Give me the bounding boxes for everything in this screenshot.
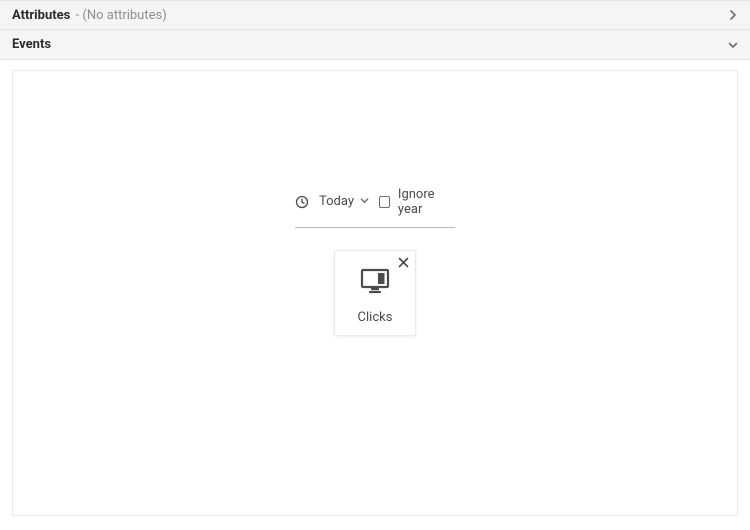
close-icon xyxy=(398,257,409,268)
chevron-down-icon xyxy=(728,40,738,50)
chevron-down-icon xyxy=(360,194,369,209)
events-section-header[interactable]: Events xyxy=(0,30,750,60)
chevron-right-icon xyxy=(728,10,738,20)
date-range-label: Today xyxy=(319,194,354,209)
events-canvas-center: Today Ignore year xyxy=(295,187,455,336)
page: Attributes - (No attributes) Events xyxy=(0,0,750,530)
event-card-label: Clicks xyxy=(358,310,393,325)
monitor-icon xyxy=(360,268,390,298)
attributes-title-wrap: Attributes - (No attributes) xyxy=(12,8,167,23)
event-card-clicks[interactable]: Clicks xyxy=(334,250,416,336)
ignore-year-checkbox[interactable]: Ignore year xyxy=(379,187,455,217)
clock-icon xyxy=(295,195,309,209)
events-title-wrap: Events xyxy=(12,37,51,52)
remove-event-button[interactable] xyxy=(398,257,409,272)
checkbox-icon xyxy=(379,196,390,208)
ignore-year-label: Ignore year xyxy=(398,187,455,217)
date-controls-row: Today Ignore year xyxy=(295,187,455,228)
events-title: Events xyxy=(12,37,51,52)
events-body: Today Ignore year xyxy=(0,60,750,530)
date-range-dropdown[interactable]: Today xyxy=(319,194,369,209)
attributes-title: Attributes xyxy=(12,8,70,23)
attributes-subtitle: - (No attributes) xyxy=(76,8,167,23)
events-canvas: Today Ignore year xyxy=(12,70,738,516)
attributes-section-header[interactable]: Attributes - (No attributes) xyxy=(0,0,750,30)
